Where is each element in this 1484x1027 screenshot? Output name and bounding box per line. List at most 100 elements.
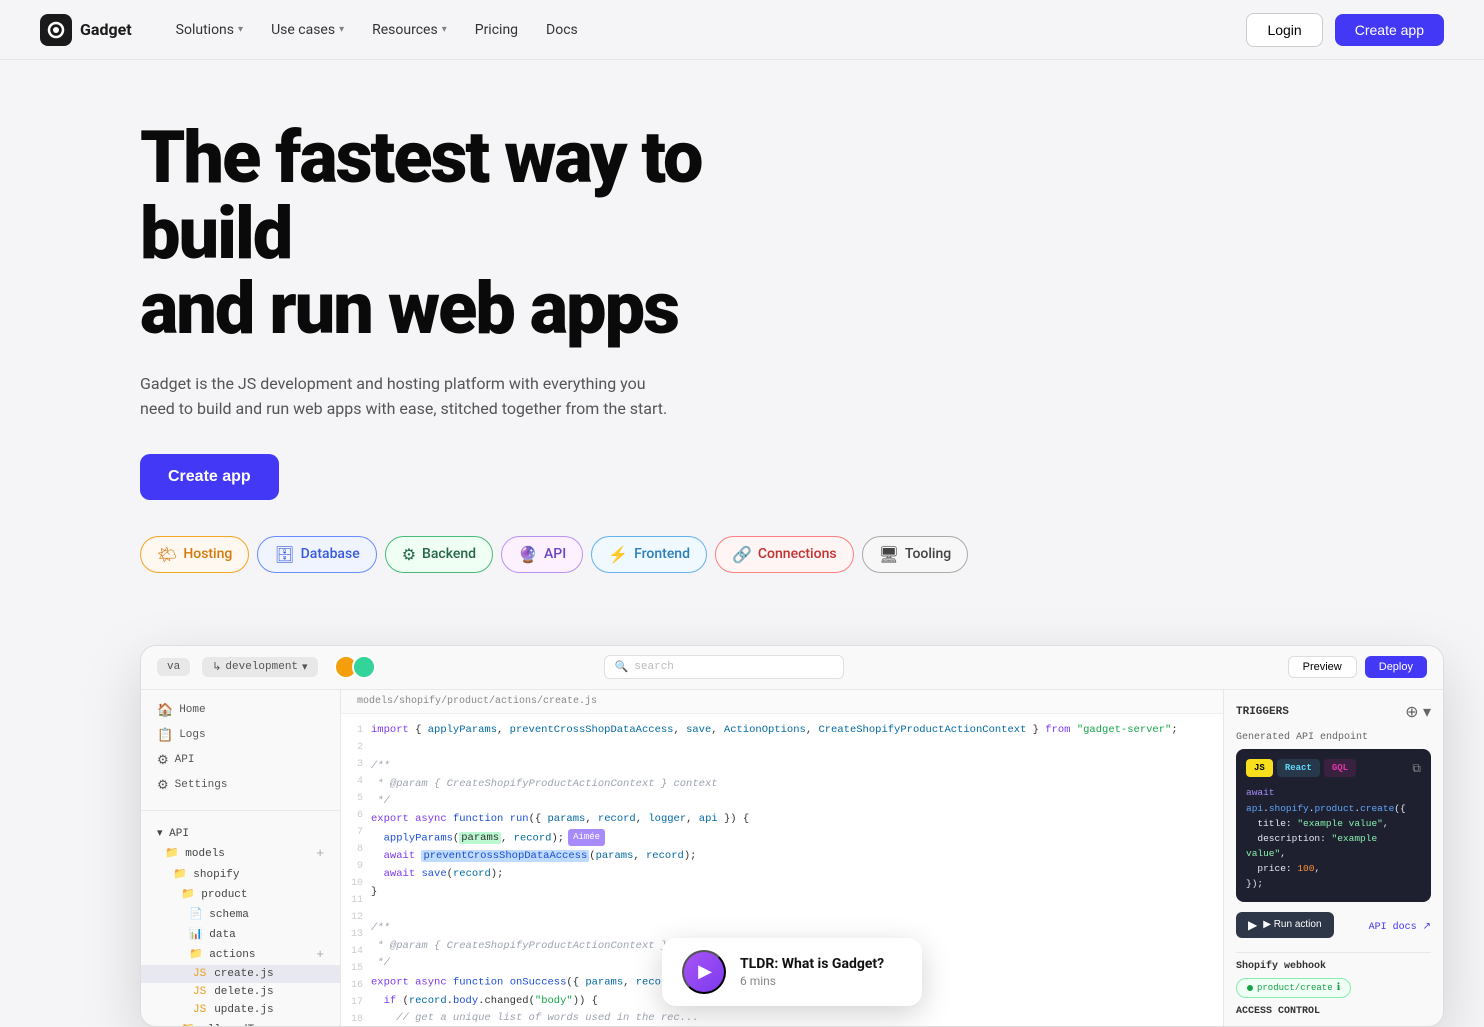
add-trigger-button[interactable]: ⊕ ▾ [1405,702,1431,722]
tree-data[interactable]: 📊 data [141,924,340,944]
deploy-button[interactable]: Deploy [1365,656,1427,678]
tree-actions[interactable]: 📁 actions + [141,944,340,965]
code-line-9: await save(record); [371,866,1207,884]
code-line-5: */ [371,793,1207,811]
code-line-4: * @param { CreateShopifyProductActionCon… [371,776,1207,794]
code-line-3: /** [371,758,1207,776]
sidebar-item-home[interactable]: 🏠 Home [141,698,340,723]
env-badge: va [157,658,190,676]
tab-api[interactable]: 🔮 API [501,536,583,573]
tree-models[interactable]: 📁 models + [141,843,340,864]
api-code-block: JS React GQL ⧉ await api.shopify.product… [1236,749,1431,902]
search-placeholder: search [634,661,674,673]
lang-tab-gql[interactable]: GQL [1324,759,1356,777]
preview-button[interactable]: Preview [1288,656,1357,678]
tree-delete-js[interactable]: JS delete.js [141,983,340,1001]
connections-icon: 🔗 [732,545,752,564]
tree-shopify[interactable]: 📁 shopify [141,864,340,884]
code-line-1: import { applyParams, preventCrossShopDa… [371,722,1207,740]
tab-tooling[interactable]: 🖥 Tooling [862,536,969,573]
line-numbers: 1234567891011121314151617181920212223 [341,722,371,1026]
database-icon: 🗄 [274,545,294,564]
tree-allowed-tags[interactable]: 📁 allowedTags [141,1019,340,1026]
video-tooltip: ▶ TLDR: What is Gadget? 6 mins [662,938,922,1006]
add-action-icon[interactable]: + [316,947,324,962]
api-icon: 🔮 [518,545,538,564]
resources-chevron-icon: ▾ [442,24,447,35]
avatar-2 [352,655,376,679]
nav-pricing[interactable]: Pricing [463,16,530,44]
api-endpoint-label: Generated API endpoint [1236,732,1431,743]
nav-resources[interactable]: Resources ▾ [360,16,459,44]
code-line-2 [371,740,1207,758]
webhook-dot-icon [1247,985,1253,991]
play-icon: ▶ [698,961,712,982]
dark-code-line-4: price: 100, [1246,861,1421,876]
search-icon: 🔍 [615,660,629,674]
sidebar-divider [141,810,340,811]
run-action-button[interactable]: ▶ ▶ Run action [1236,912,1334,938]
dark-code-line-5: }); [1246,876,1421,891]
use-cases-chevron-icon: ▾ [339,24,344,35]
tab-connections[interactable]: 🔗 Connections [715,536,854,573]
login-button[interactable]: Login [1246,13,1322,47]
dark-code-content: await api.shopify.product.create({ title… [1246,785,1421,891]
tab-database[interactable]: 🗄 Database [257,536,376,573]
logo[interactable]: Gadget [40,14,132,46]
lang-tab-js[interactable]: JS [1246,759,1273,777]
panel-divider [1236,952,1431,953]
ide-action-buttons: Preview Deploy [1288,656,1427,678]
code-line-10: } [371,884,1207,902]
video-title: TLDR: What is Gadget? [740,956,884,972]
hosting-icon: 🌤 [157,545,177,564]
code-line-17: // get a unique list of words used in th… [371,1010,1207,1026]
add-model-icon[interactable]: + [316,846,324,861]
dark-code-line-1: await api.shopify.product.create({ [1246,785,1421,815]
ide-topbar: va ↳ development ▾ 🔍 search Preview Depl… [141,646,1443,690]
create-app-nav-button[interactable]: Create app [1335,14,1444,46]
run-icon: ▶ [1248,918,1257,932]
run-row: ▶ ▶ Run action API docs ↗ [1236,912,1431,942]
nav-docs[interactable]: Docs [534,16,590,44]
tree-create-js[interactable]: JS create.js [141,965,340,983]
backend-icon: ⚙ [402,545,416,564]
sidebar-item-api[interactable]: ⚙ API [141,748,340,773]
lang-tab-react[interactable]: React [1277,759,1320,777]
ide-screenshot: va ↳ development ▾ 🔍 search Preview Depl… [140,645,1444,1027]
js-file-icon: JS [193,968,206,980]
webhook-info-icon: ℹ [1337,982,1341,994]
navbar: Gadget Solutions ▾ Use cases ▾ Resources… [0,0,1484,60]
api-docs-link[interactable]: API docs ↗ [1369,921,1431,933]
hero-section: The fastest way to build and run web app… [0,60,1484,645]
lang-tabs: JS React GQL ⧉ [1246,759,1421,777]
editor-filepath: models/shopify/product/actions/create.js [341,690,1223,714]
frontend-icon: ⚡ [608,545,628,564]
copy-code-button[interactable]: ⧉ [1412,761,1421,776]
sidebar-item-logs[interactable]: 📋 Logs [141,723,340,748]
webhook-label: Shopify webhook [1236,961,1431,972]
triggers-label: TRIGGERS [1236,706,1289,718]
tree-update-js[interactable]: JS update.js [141,1001,340,1019]
settings-icon: ⚙ [157,778,169,793]
tab-frontend[interactable]: ⚡ Frontend [591,536,707,573]
ide-search[interactable]: 🔍 search [604,655,844,679]
sidebar-nav: 🏠 Home 📋 Logs ⚙ API ⚙ Settings [141,690,340,806]
sidebar-item-settings[interactable]: ⚙ Settings [141,773,340,798]
tab-backend[interactable]: ⚙ Backend [385,536,493,573]
feature-tabs: 🌤 Hosting 🗄 Database ⚙ Backend 🔮 API ⚡ F… [140,536,1444,573]
tab-hosting[interactable]: 🌤 Hosting [140,536,249,573]
nav-use-cases[interactable]: Use cases ▾ [259,16,356,44]
hero-cta-button[interactable]: Create app [140,454,279,500]
ide-sidebar: 🏠 Home 📋 Logs ⚙ API ⚙ Settings [141,690,341,1026]
play-video-button[interactable]: ▶ [682,950,726,994]
dark-code-line-2: title: "example value", [1246,816,1421,831]
tree-product[interactable]: 📁 product [141,884,340,904]
dark-code-line-3: description: "example value", [1246,831,1421,861]
hero-description: Gadget is the JS development and hosting… [140,371,680,422]
nav-solutions[interactable]: Solutions ▾ [164,16,255,44]
tree-api-section[interactable]: ▾ API [141,823,340,843]
js-file-icon: JS [193,1004,206,1016]
tree-schema[interactable]: 📄 schema [141,904,340,924]
logs-icon: 📋 [157,728,173,743]
code-line-7: applyParams(params, record);Aimée [371,829,1207,848]
